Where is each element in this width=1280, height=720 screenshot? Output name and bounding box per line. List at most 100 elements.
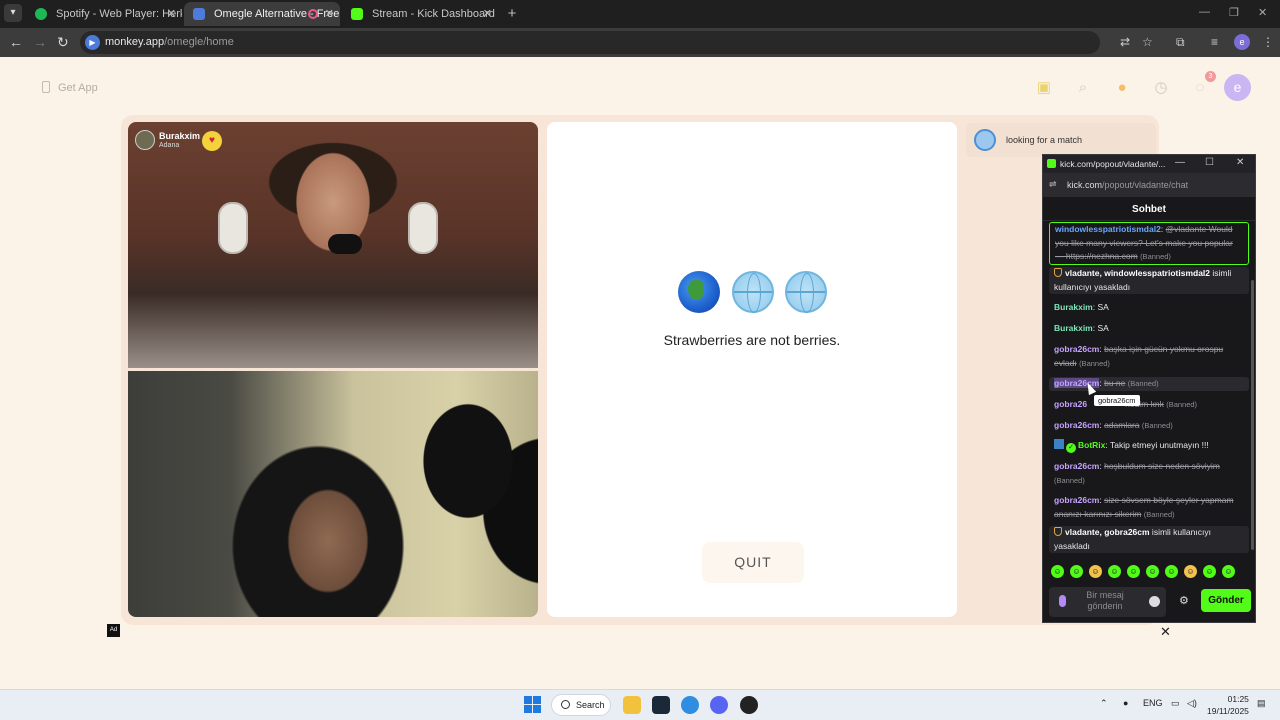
shop-icon[interactable]: ▣ [1034,78,1054,98]
emote-icon[interactable]: ☺ [1146,565,1159,578]
bookmark-star-icon[interactable]: ☆ [1142,35,1153,49]
emote-icon[interactable]: ☺ [1089,565,1102,578]
emote-icon[interactable]: ☺ [1203,565,1216,578]
banned-label: (Banned) [1140,252,1171,261]
back-icon[interactable]: ← [9,34,23,50]
chat-username[interactable]: gobra26cm [1054,344,1099,354]
send-button[interactable]: Gönder [1201,589,1251,612]
new-tab-button[interactable]: + [503,5,521,23]
forward-icon[interactable]: → [33,34,47,50]
media-controls-icon[interactable]: ≡ [1211,35,1218,49]
tab-search-menu-button[interactable]: ▾ [4,4,22,22]
chat-username[interactable]: windowlesspatriotismdal2 [1055,224,1161,234]
tab-spotify[interactable]: Spotify - Web Player: Herkes iç ✕ [26,2,182,26]
banned-label: (Banned) [1127,379,1159,388]
emoji-picker-icon[interactable] [1149,596,1160,607]
phone-icon [42,81,50,93]
emote-icon[interactable]: ☺ [1108,565,1121,578]
quit-button[interactable]: QUIT [702,542,804,583]
chat-text: SA [1097,302,1109,312]
local-video [128,371,538,617]
emote-icon[interactable]: ☺ [1070,565,1083,578]
close-icon[interactable]: ✕ [325,2,334,26]
system-clock[interactable]: 01:25 19/11/2025 [1207,693,1249,717]
chat-username[interactable]: gobra26cm [1054,420,1099,430]
restore-icon[interactable]: ❐ [1229,6,1239,19]
profile-avatar[interactable]: e [1224,74,1251,101]
chevron-up-icon[interactable]: ⌃ [1100,698,1108,709]
steam-icon[interactable] [652,696,670,714]
discord-icon[interactable] [710,696,728,714]
chat-text: SA [1097,323,1109,333]
address-bar[interactable]: ▶ monkey.app/omegle/home [80,31,1100,54]
chat-text: Takip etmeyi unutmayın !!! [1109,440,1209,450]
emote-icon[interactable]: ☺ [1184,565,1197,578]
chat-username[interactable]: gobra26 [1054,399,1087,409]
volume-icon[interactable]: ◁) [1187,698,1197,709]
taskbar-search[interactable]: Search [551,694,611,716]
microphone-icon[interactable] [1059,595,1066,607]
globe-wire-icon [785,271,827,313]
emote-icon[interactable]: ☺ [1051,565,1064,578]
chat-text: hoşbuldum size neden söviyim [1104,461,1220,471]
minimize-icon[interactable]: — [1199,6,1210,18]
chat-username[interactable]: gobra26cm [1054,461,1099,471]
search-icon[interactable]: ⌕ [1073,78,1093,98]
chat-message: Burakxim: SA [1054,323,1109,333]
bot-icon [1054,439,1064,449]
emote-icon[interactable]: ☺ [1127,565,1140,578]
chat-username: vladante, gobra26cm [1065,527,1150,537]
get-app-link[interactable]: Get App [42,81,98,94]
globe-earth-icon [678,271,720,313]
windows-start-icon[interactable] [524,696,541,713]
close-icon[interactable]: ✕ [167,2,176,26]
chat-username[interactable]: Burakxim [1054,323,1093,333]
close-icon[interactable]: ✕ [1236,157,1244,168]
chat-message: gobra26 nedim knk (Banned) [1049,398,1249,412]
file-explorer-icon[interactable] [623,696,641,714]
site-controls-icon[interactable]: ⇌ [1049,179,1057,190]
minimize-icon[interactable]: — [1175,157,1185,168]
emote-icon[interactable]: ☺ [1222,565,1235,578]
close-window-icon[interactable]: ✕ [1258,6,1267,19]
kick-icon [351,8,363,20]
chat-settings-gear-icon[interactable]: ⚙ [1179,594,1189,607]
chat-username[interactable]: BotRix [1078,440,1105,450]
microphone-shape [328,234,362,254]
username-tooltip: gobra26cm [1094,395,1140,406]
chat-message-input[interactable]: Bir mesaj gönderin [1049,587,1166,617]
maximize-icon[interactable]: ☐ [1205,157,1214,168]
tab-omegle-alternative[interactable]: Omegle Alternative - Free & ✕ [184,2,340,26]
extensions-icon[interactable]: ⧉ [1176,35,1185,50]
microphone-icon[interactable]: ● [1123,698,1128,708]
close-icon[interactable]: ✕ [483,2,492,26]
more-menu-icon[interactable]: ⋮ [1262,35,1274,49]
windows-taskbar: Search ⌃ ● ENG ▭ ◁) 01:25 19/11/2025 ▤ [0,689,1280,720]
banned-label: (Banned) [1054,475,1085,485]
banned-label: (Banned) [1141,421,1173,430]
notifications-icon[interactable]: ▤ [1257,698,1266,709]
peer-name: Burakxim [159,131,201,141]
language-indicator[interactable]: ENG [1143,698,1163,708]
chat-username[interactable]: Burakxim [1054,302,1093,312]
chat-scrollbar[interactable] [1251,280,1254,550]
reload-icon[interactable]: ↻ [57,34,69,51]
popout-title: kick.com/popout/vladante/... [1060,159,1166,169]
system-message: vladante, windowlesspatriotismdal2 isiml… [1049,267,1249,294]
chat-message: gobra26cm: bu ne (Banned) [1049,377,1249,391]
site-info-icon[interactable]: ▶ [85,35,100,50]
browser-profile-avatar[interactable]: e [1234,34,1250,50]
close-icon[interactable]: ✕ [1160,624,1171,640]
network-icon[interactable]: ▭ [1171,698,1180,709]
chrome-icon[interactable] [681,696,699,714]
coin-icon[interactable]: ● [1112,78,1132,98]
history-icon[interactable]: ◷ [1151,78,1171,98]
chat-username[interactable]: gobra26cm [1054,495,1099,505]
emote-icon[interactable]: ☺ [1165,565,1178,578]
tab-kick-dashboard[interactable]: Stream - Kick Dashboard ✕ [342,2,498,26]
popout-url-bar: ⇌ kick.com/popout/vladante/chat [1043,173,1255,197]
app-icon[interactable] [740,696,758,714]
chat-message: gobra26cm: hoşbuldum size neden söviyim … [1054,461,1220,485]
chat-header: Sohbet [1043,199,1255,221]
translate-icon[interactable]: ⇄ [1120,35,1130,49]
